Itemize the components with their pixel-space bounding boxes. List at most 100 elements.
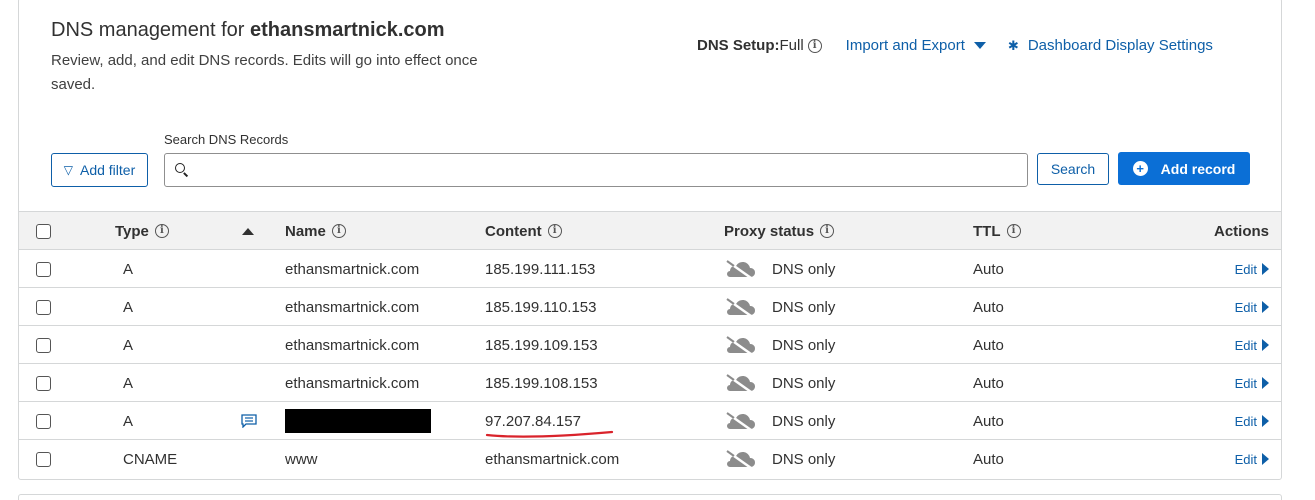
- record-name: ethansmartnick.com: [285, 260, 420, 278]
- dns-management-card: DNS management for ethansmartnick.com Re…: [18, 0, 1282, 480]
- cloud-dns-only-icon: [724, 296, 756, 318]
- edit-label: Edit: [1234, 413, 1257, 429]
- caret-right-icon: [1262, 415, 1269, 427]
- row-checkbox[interactable]: [36, 440, 51, 478]
- row-checkbox[interactable]: [36, 250, 51, 288]
- edit-link[interactable]: Edit: [1235, 364, 1269, 402]
- select-all-checkbox[interactable]: [36, 212, 51, 250]
- column-name[interactable]: Name i: [285, 212, 346, 250]
- info-circle-icon[interactable]: i: [331, 224, 346, 238]
- record-ttl: Auto: [973, 412, 1004, 430]
- row-checkbox[interactable]: [36, 326, 51, 364]
- edit-link[interactable]: Edit: [1235, 326, 1269, 364]
- add-filter-label: Add filter: [79, 162, 136, 178]
- table-row[interactable]: A ethansmartnick.com 185.199.110.153 DNS…: [19, 287, 1281, 325]
- edit-label: Edit: [1234, 451, 1257, 467]
- caret-right-icon: [1262, 377, 1269, 389]
- proxy-status-label: DNS only: [772, 260, 836, 278]
- record-name: ethansmartnick.com: [285, 374, 420, 392]
- table-row[interactable]: A ethansmartnick.com 185.199.108.153 DNS…: [19, 363, 1281, 401]
- cloud-dns-only-icon: [724, 334, 756, 356]
- table-row[interactable]: CNAME www ethansmartnick.com DNS only Au…: [19, 439, 1281, 477]
- record-name: www: [285, 450, 318, 468]
- edit-link[interactable]: Edit: [1235, 440, 1269, 478]
- red-annotation-underline: [485, 430, 614, 438]
- caret-down-icon: [973, 42, 986, 49]
- proxy-status-label: DNS only: [772, 336, 836, 354]
- proxy-status: DNS only: [724, 440, 835, 478]
- record-type: A: [123, 336, 134, 354]
- edit-link[interactable]: Edit: [1235, 288, 1269, 326]
- caret-right-icon: [1262, 263, 1269, 275]
- title-prefix: DNS management for: [51, 19, 250, 41]
- search-label: Search DNS Records: [164, 132, 289, 147]
- column-actions: Actions: [1213, 222, 1269, 240]
- column-name-label: Name: [285, 222, 326, 240]
- sort-ascending-icon[interactable]: [242, 212, 254, 250]
- cloud-dns-only-icon: [724, 448, 756, 470]
- page-subtitle: Review, add, and edit DNS records. Edits…: [51, 52, 478, 93]
- dashboard-display-settings-link[interactable]: ✱ Dashboard Display Settings: [1008, 37, 1213, 54]
- column-ttl[interactable]: TTL i: [973, 212, 1021, 250]
- row-checkbox[interactable]: [36, 288, 51, 326]
- info-circle-icon[interactable]: i: [154, 224, 169, 238]
- column-proxy-status[interactable]: Proxy status i: [724, 212, 835, 250]
- search-input[interactable]: [195, 155, 1027, 185]
- dns-setup-value: Full: [779, 37, 804, 54]
- info-circle-icon[interactable]: i: [1006, 224, 1021, 238]
- record-type: A: [123, 298, 134, 316]
- column-proxy-label: Proxy status: [724, 222, 815, 240]
- proxy-status: DNS only: [724, 326, 835, 364]
- table-header-row: Type i Name i Content i Proxy status i TTL i …: [19, 211, 1281, 249]
- record-content: ethansmartnick.com: [485, 450, 620, 468]
- info-circle-icon[interactable]: i: [547, 224, 562, 238]
- info-circle-icon[interactable]: i: [820, 224, 835, 238]
- dns-setup: DNS Setup: Full i: [697, 37, 822, 54]
- record-ttl: Auto: [973, 336, 1004, 354]
- record-content: 185.199.109.153: [485, 336, 598, 354]
- top-actions: DNS Setup: Full i Import and Export ✱ Das…: [697, 37, 1213, 54]
- column-type-label: Type: [115, 222, 149, 240]
- record-type: A: [123, 374, 134, 392]
- page-title: DNS management for ethansmartnick.com: [51, 19, 445, 42]
- comment-icon[interactable]: [241, 402, 257, 440]
- cloud-dns-only-icon: [724, 410, 756, 432]
- import-export-menu[interactable]: Import and Export: [846, 37, 986, 54]
- search-icon: [175, 163, 189, 177]
- search-box[interactable]: [164, 153, 1028, 187]
- edit-link[interactable]: Edit: [1235, 250, 1269, 288]
- cloud-dns-only-icon: [724, 372, 756, 394]
- cloud-dns-only-icon: [724, 258, 756, 280]
- row-checkbox[interactable]: [36, 402, 51, 440]
- record-ttl: Auto: [973, 450, 1004, 468]
- record-name: ethansmartnick.com: [285, 298, 420, 316]
- add-record-button[interactable]: + Add record: [1118, 152, 1250, 185]
- edit-label: Edit: [1234, 299, 1257, 315]
- proxy-status: DNS only: [724, 288, 835, 326]
- table-row[interactable]: A ethansmartnick.com 185.199.111.153 DNS…: [19, 249, 1281, 287]
- record-ttl: Auto: [973, 260, 1004, 278]
- table-row[interactable]: A ethansmartnick.com 185.199.109.153 DNS…: [19, 325, 1281, 363]
- column-type[interactable]: Type i: [115, 212, 169, 250]
- record-content: 185.199.110.153: [485, 298, 597, 316]
- next-card-edge: [18, 494, 1282, 500]
- proxy-status-label: DNS only: [772, 374, 836, 392]
- search-button[interactable]: Search: [1037, 153, 1109, 185]
- record-name: ethansmartnick.com: [285, 336, 420, 354]
- add-filter-button[interactable]: ▽ Add filter: [51, 153, 148, 187]
- row-checkbox[interactable]: [36, 364, 51, 402]
- import-export-label: Import and Export: [845, 37, 965, 54]
- dashboard-settings-label: Dashboard Display Settings: [1027, 37, 1213, 54]
- column-content[interactable]: Content i: [485, 212, 562, 250]
- info-circle-icon[interactable]: i: [807, 38, 822, 53]
- edit-label: Edit: [1234, 375, 1257, 391]
- record-content: 185.199.111.153: [485, 260, 596, 278]
- gear-icon: ✱: [1007, 37, 1019, 53]
- table-row[interactable]: A 97.207.84.157 DNS only Auto Edit: [19, 401, 1281, 439]
- record-type: A: [123, 260, 134, 278]
- dns-records-table: Type i Name i Content i Proxy status i TTL i …: [19, 211, 1281, 477]
- plus-circle-icon: +: [1132, 161, 1148, 176]
- edit-link[interactable]: Edit: [1235, 402, 1269, 440]
- proxy-status-label: DNS only: [772, 412, 836, 430]
- edit-label: Edit: [1234, 261, 1257, 277]
